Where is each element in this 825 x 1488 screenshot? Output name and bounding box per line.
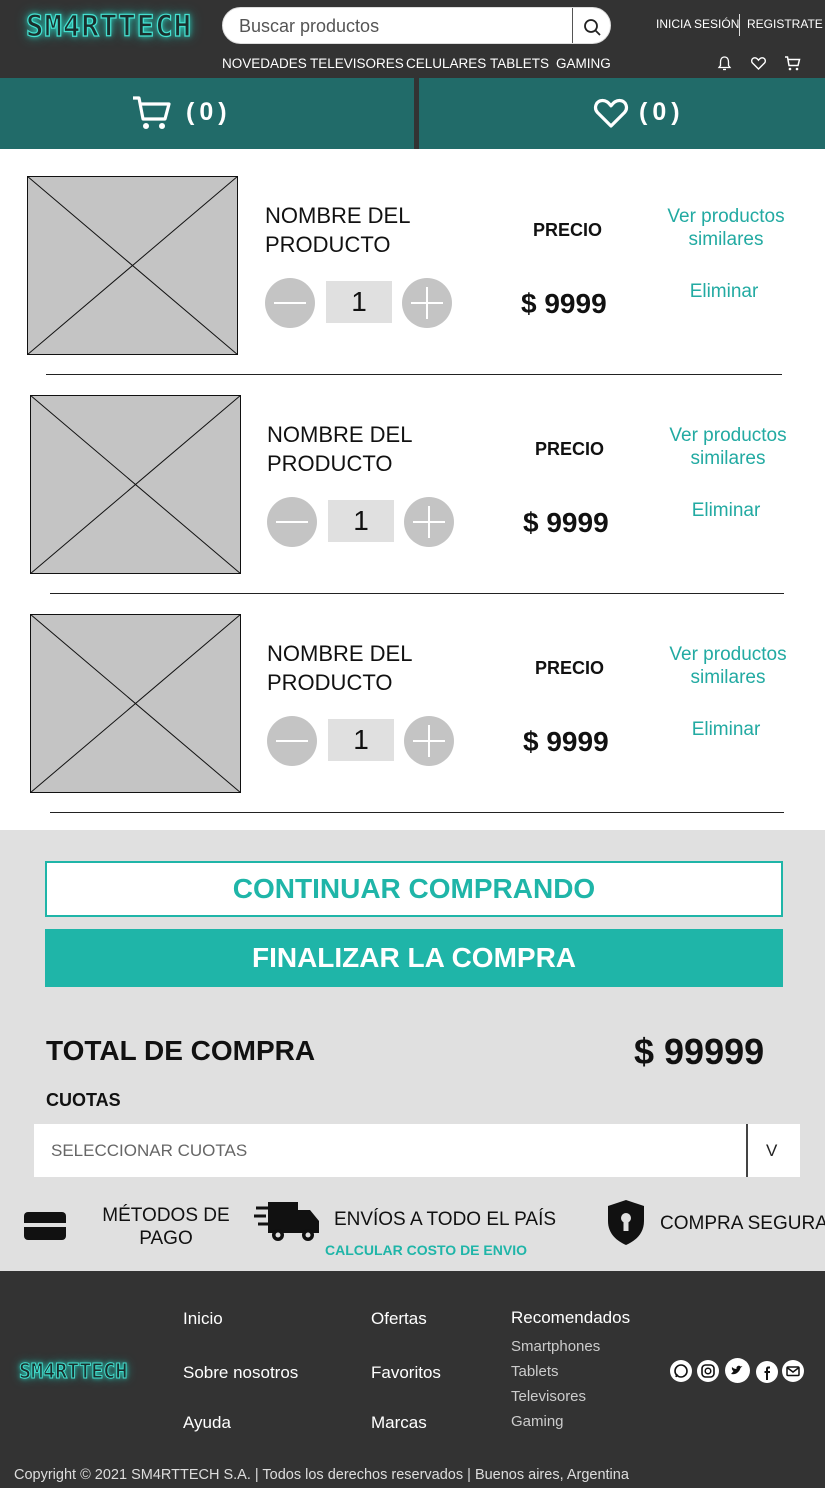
- cart-count: (0): [186, 98, 232, 126]
- heart-icon[interactable]: [593, 97, 629, 129]
- price-label: PRECIO: [535, 658, 605, 678]
- cart-icon[interactable]: [784, 55, 801, 72]
- instagram-icon[interactable]: [697, 1360, 719, 1382]
- cart-item: NOMBRE DEL PRODUCTO 1 PRECIO $ 9999 Ver …: [0, 594, 825, 813]
- product-name: NOMBRE DEL PRODUCTO: [267, 641, 412, 695]
- continue-shopping-button[interactable]: CONTINUAR COMPRANDO: [45, 861, 783, 917]
- footer-recommended-title: Recomendados: [511, 1308, 631, 1327]
- nav-celulares[interactable]: CELULARES: [406, 56, 486, 71]
- decrease-quantity-button[interactable]: [265, 278, 315, 328]
- product-price: $ 9999: [523, 726, 609, 757]
- footer-link-favoritos[interactable]: Favoritos: [371, 1363, 441, 1383]
- remove-link[interactable]: Eliminar: [672, 499, 780, 522]
- remove-link[interactable]: Eliminar: [672, 718, 780, 741]
- total-label: TOTAL DE COMPRA: [46, 1035, 316, 1066]
- increase-quantity-button[interactable]: [404, 497, 454, 547]
- finish-purchase-button[interactable]: FINALIZAR LA COMPRA: [45, 929, 783, 987]
- footer-link-televisores[interactable]: Televisores: [511, 1388, 586, 1405]
- footer-link-smartphones[interactable]: Smartphones: [511, 1338, 600, 1355]
- checkout-section: CONTINUAR COMPRANDO FINALIZAR LA COMPRA …: [0, 830, 825, 1271]
- similar-products-link[interactable]: Ver productos similares: [661, 643, 795, 689]
- quantity-value[interactable]: 1: [328, 719, 394, 761]
- installments-label: CUOTAS: [46, 1090, 121, 1110]
- register-link[interactable]: REGISTRATE: [747, 17, 823, 31]
- select-separator: [746, 1124, 748, 1177]
- footer-link-ofertas[interactable]: Ofertas: [371, 1309, 427, 1329]
- installments-select-value: SELECCIONAR CUOTAS: [51, 1141, 248, 1160]
- search-input[interactable]: [239, 12, 569, 40]
- price-label: PRECIO: [533, 220, 603, 240]
- similar-products-link[interactable]: Ver productos similares: [661, 424, 795, 470]
- top-bar: SM4RTTECH INICIA SESIÓN REGISTRATE NOVED…: [0, 0, 825, 78]
- total-value: $ 99999: [634, 1031, 765, 1072]
- nav-televisores[interactable]: TELEVISORES: [310, 56, 404, 71]
- nav-gaming[interactable]: GAMING: [556, 56, 611, 71]
- decrease-quantity-button[interactable]: [267, 497, 317, 547]
- search-separator: [572, 8, 573, 43]
- chevron-down-icon[interactable]: V: [766, 1141, 777, 1161]
- band-divider: [414, 78, 419, 149]
- auth-separator: [739, 14, 740, 36]
- cart-item: NOMBRE DEL PRODUCTO 1 PRECIO $ 9999 Ver …: [0, 375, 825, 594]
- copyright-text: Copyright © 2021 SM4RTTECH S.A. | Todos …: [14, 1467, 629, 1483]
- shipping-label: ENVÍOS A TODO EL PAÍS: [333, 1209, 557, 1230]
- footer-link-inicio[interactable]: Inicio: [183, 1309, 223, 1329]
- shipping-cost-link[interactable]: CALCULAR COSTO DE ENVIO: [325, 1242, 527, 1258]
- nav-novedades[interactable]: NOVEDADES: [222, 56, 307, 71]
- product-price: $ 9999: [521, 288, 607, 319]
- page: SM4RTTECH INICIA SESIÓN REGISTRATE NOVED…: [0, 0, 825, 1488]
- increase-quantity-button[interactable]: [402, 278, 452, 328]
- footer-link-tablets[interactable]: Tablets: [511, 1363, 559, 1380]
- payment-methods-label[interactable]: MÉTODOS DE PAGO: [96, 1204, 236, 1250]
- product-name: NOMBRE DEL PRODUCTO: [265, 203, 410, 257]
- installments-select[interactable]: SELECCIONAR CUOTAS V: [34, 1124, 800, 1177]
- quantity-value[interactable]: 1: [328, 500, 394, 542]
- shield-lock-icon: [608, 1200, 644, 1245]
- decrease-quantity-button[interactable]: [267, 716, 317, 766]
- whatsapp-icon[interactable]: [670, 1360, 692, 1382]
- product-image-placeholder: [30, 614, 241, 793]
- logo[interactable]: SM4RTTECH: [25, 8, 192, 43]
- search-box: [222, 7, 611, 44]
- nav-tablets[interactable]: TABLETS: [490, 56, 549, 71]
- credit-card-icon: [24, 1212, 66, 1240]
- facebook-icon[interactable]: [756, 1361, 778, 1383]
- item-divider: [50, 812, 784, 813]
- secure-purchase-label: COMPRA SEGURA: [660, 1213, 825, 1234]
- quantity-value[interactable]: 1: [326, 281, 392, 323]
- cart-item: NOMBRE DEL PRODUCTO 1 PRECIO $ 9999 Ver …: [0, 156, 825, 375]
- mail-icon[interactable]: [782, 1360, 804, 1382]
- login-link[interactable]: INICIA SESIÓN: [656, 17, 739, 31]
- summary-band: (0) (0): [0, 78, 825, 149]
- footer: SM4RTTECH Inicio Sobre nosotros Ayuda Of…: [0, 1271, 825, 1488]
- similar-products-link[interactable]: Ver productos similares: [659, 205, 793, 251]
- product-image-placeholder: [30, 395, 241, 574]
- price-label: PRECIO: [535, 439, 605, 459]
- delivery-truck-icon: [254, 1202, 319, 1241]
- remove-link[interactable]: Eliminar: [670, 280, 778, 303]
- footer-link-marcas[interactable]: Marcas: [371, 1413, 427, 1433]
- footer-link-ayuda[interactable]: Ayuda: [183, 1413, 231, 1433]
- search-icon[interactable]: [581, 16, 603, 38]
- cart-icon[interactable]: [131, 94, 173, 132]
- twitter-icon[interactable]: [725, 1358, 750, 1383]
- footer-link-sobre-nosotros[interactable]: Sobre nosotros: [183, 1363, 298, 1383]
- favorites-count: (0): [639, 98, 685, 126]
- product-name: NOMBRE DEL PRODUCTO: [267, 422, 412, 476]
- footer-logo[interactable]: SM4RTTECH: [19, 1359, 128, 1384]
- product-image-placeholder: [27, 176, 238, 355]
- heart-icon[interactable]: [750, 55, 767, 72]
- footer-link-gaming[interactable]: Gaming: [511, 1413, 564, 1430]
- product-price: $ 9999: [523, 507, 609, 538]
- bell-icon[interactable]: [716, 55, 733, 72]
- increase-quantity-button[interactable]: [404, 716, 454, 766]
